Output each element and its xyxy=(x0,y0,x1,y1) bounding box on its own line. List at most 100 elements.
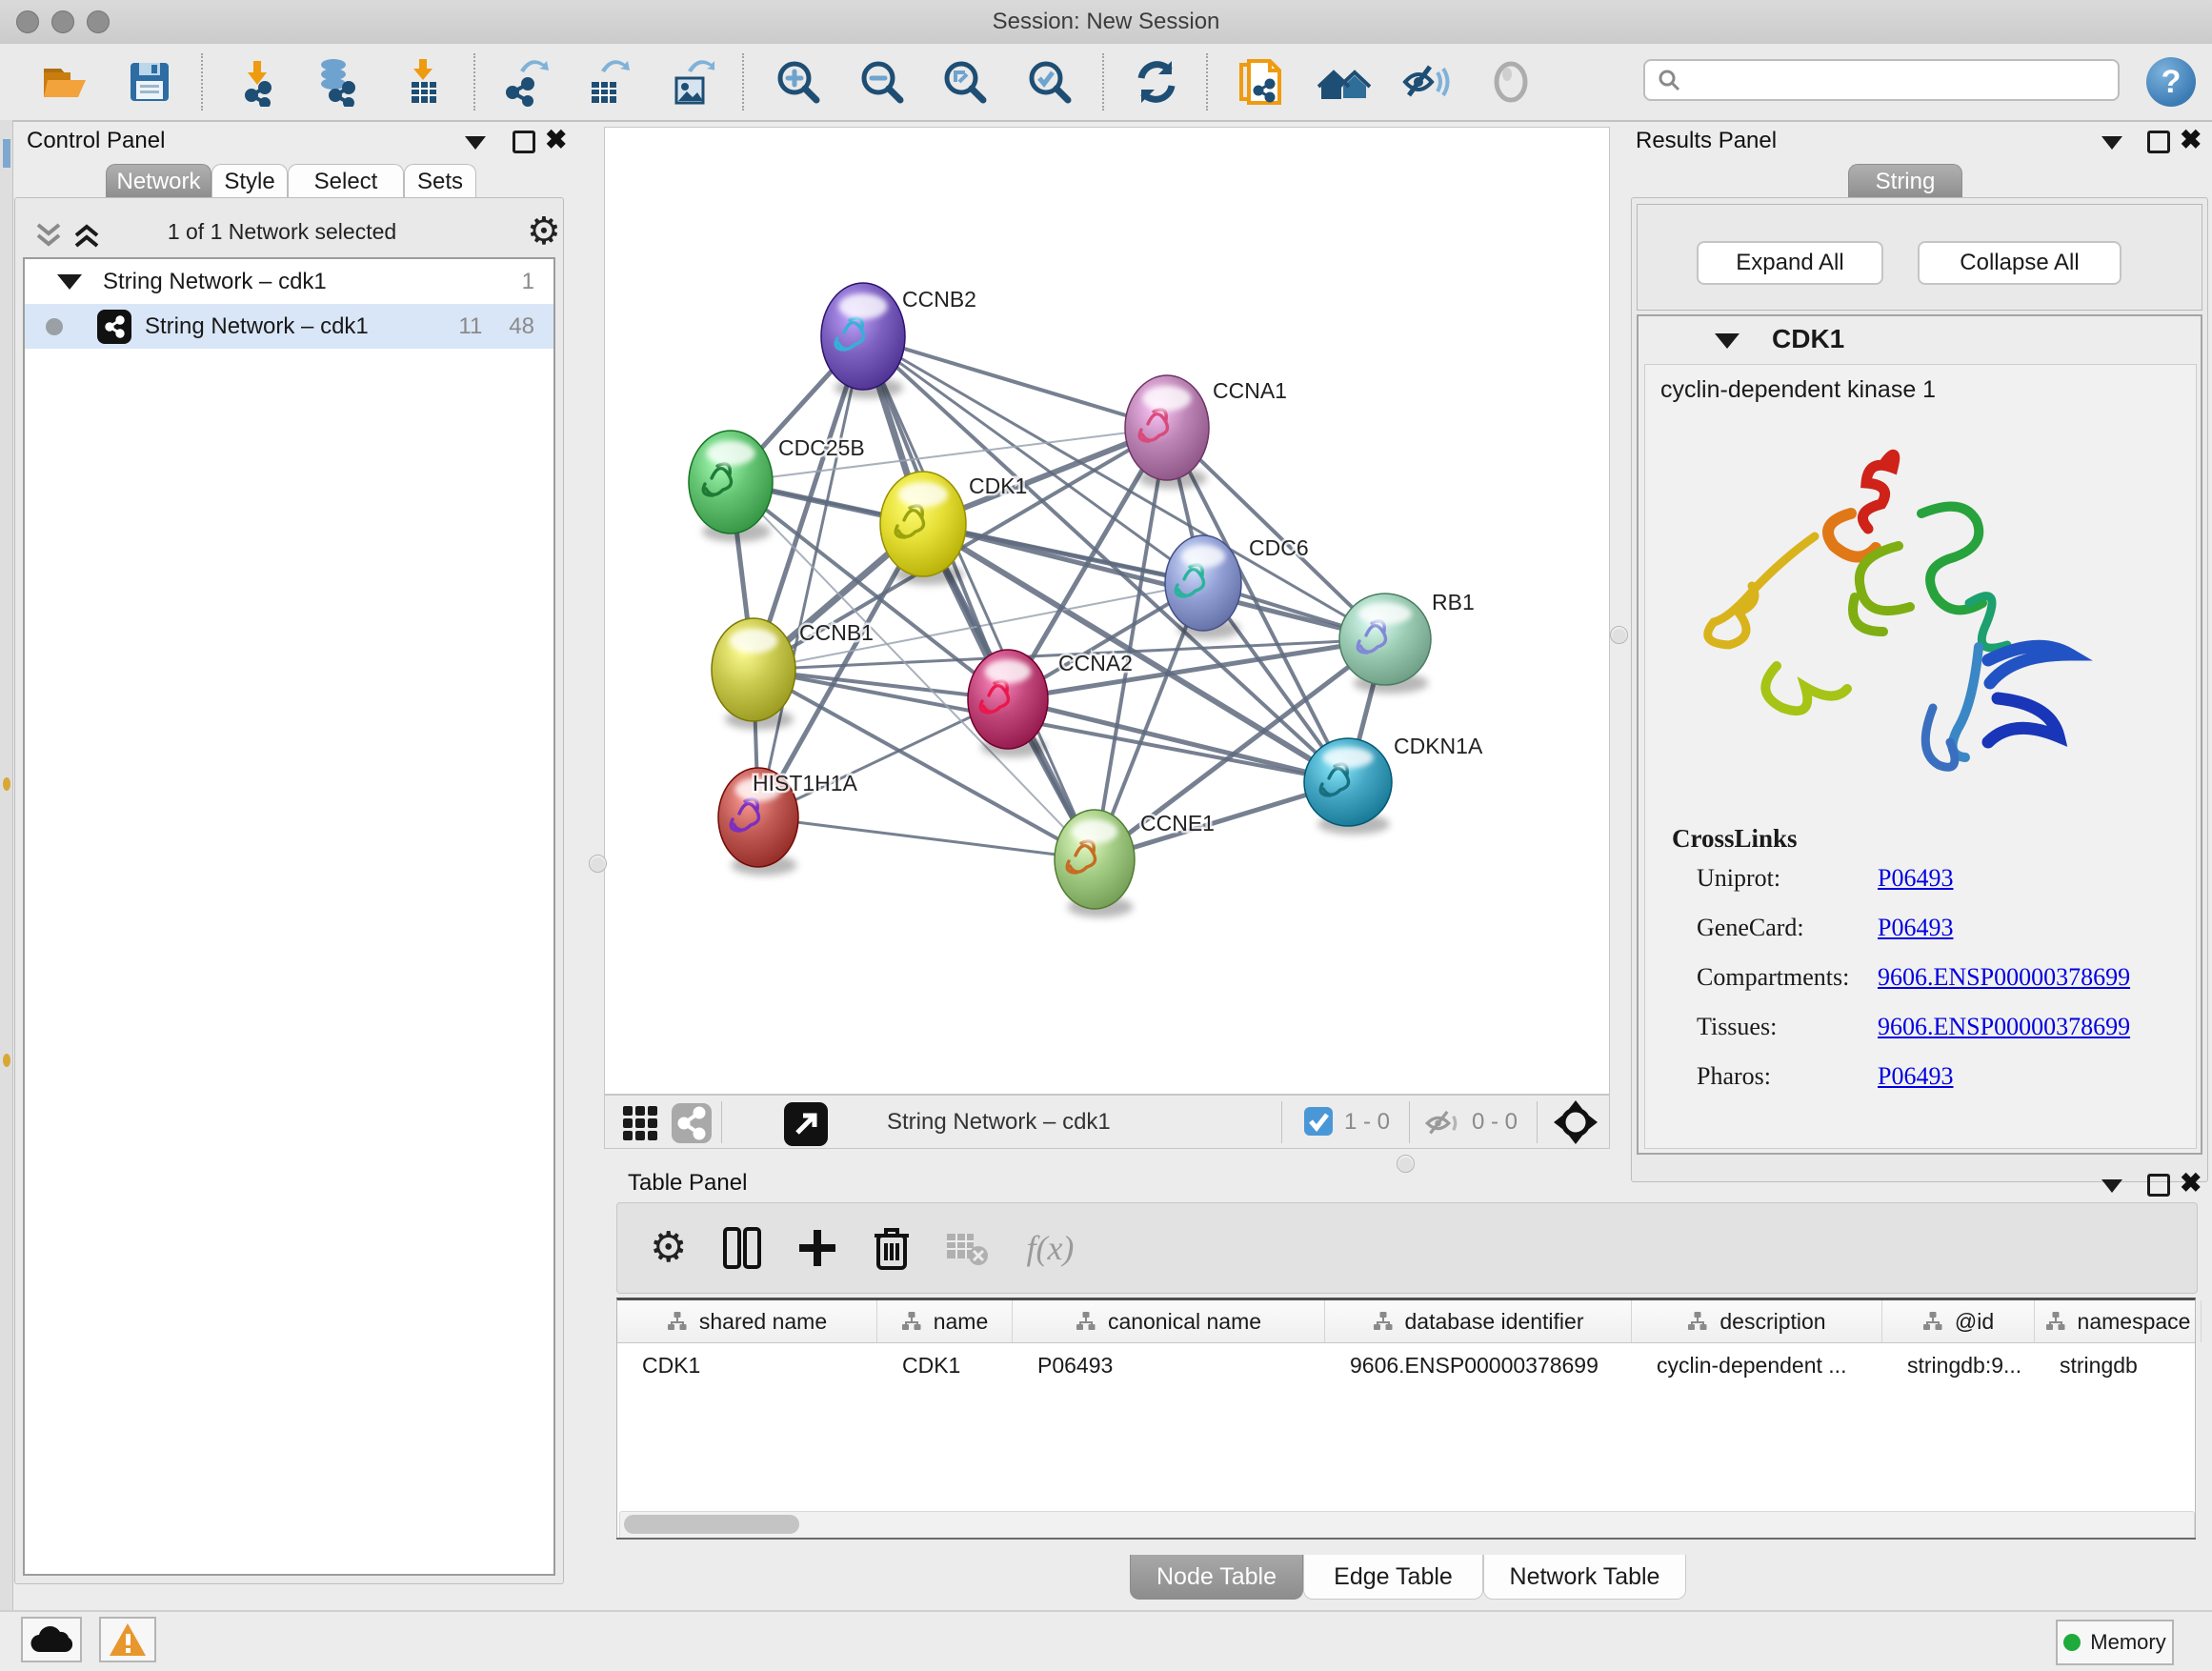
network-edge[interactable] xyxy=(758,817,1095,859)
table-hscrollbar[interactable] xyxy=(619,1511,2195,1540)
column-header-shared-name[interactable]: shared name xyxy=(617,1300,877,1342)
tab-network[interactable]: Network xyxy=(106,164,211,198)
open-in-window-icon[interactable] xyxy=(784,1102,828,1146)
share-document-icon[interactable] xyxy=(1234,55,1287,109)
network-row-selected[interactable]: String Network – cdk1 11 48 xyxy=(25,304,553,349)
zoom-fit-icon[interactable] xyxy=(938,55,992,109)
network-node-CCNA1[interactable] xyxy=(1125,375,1209,489)
birdseye-view-icon[interactable] xyxy=(1554,1100,1598,1144)
network-node-CDC25B[interactable] xyxy=(689,431,773,542)
search-field[interactable] xyxy=(1643,59,2120,101)
table-settings-gear-icon[interactable]: ⚙ xyxy=(650,1227,687,1269)
network-node-CDK1[interactable] xyxy=(880,472,966,585)
export-image-icon[interactable] xyxy=(663,55,716,109)
network-canvas[interactable]: CDK1CCNB1CCNB2CCNA1CCNA2CCNE1CDC25BCDC6R… xyxy=(604,127,1610,1095)
table-panel-float-icon[interactable] xyxy=(2147,1174,2170,1197)
results-panel-minimize-icon[interactable] xyxy=(2101,136,2122,150)
control-panel-minimize-icon[interactable] xyxy=(465,136,486,150)
results-panel-close-icon[interactable]: ✖ xyxy=(2180,130,2202,151)
delete-column-icon[interactable] xyxy=(874,1226,910,1270)
column-header--id[interactable]: @id xyxy=(1882,1300,2035,1342)
network-node-CCNB1[interactable] xyxy=(712,618,795,730)
network-options-gear-icon[interactable]: ⚙ xyxy=(527,210,561,253)
expand-all-button[interactable]: Expand All xyxy=(1697,241,1883,285)
right-splitter-handle[interactable] xyxy=(1610,626,1628,644)
tab-network-table[interactable]: Network Table xyxy=(1483,1555,1686,1600)
results-panel-float-icon[interactable] xyxy=(2147,131,2170,153)
network-collection-row[interactable]: String Network – cdk1 1 xyxy=(25,259,553,304)
crosslink-value-link[interactable]: 9606.ENSP00000378699 xyxy=(1878,963,2130,992)
tab-select[interactable]: Select xyxy=(288,164,404,198)
table-cell[interactable]: stringdb xyxy=(2035,1343,2202,1387)
tab-edge-table[interactable]: Edge Table xyxy=(1303,1555,1483,1600)
zoom-in-icon[interactable] xyxy=(772,55,825,109)
column-header-namespace[interactable]: namespace xyxy=(2035,1300,2202,1342)
table-cell[interactable]: CDK1 xyxy=(617,1343,877,1387)
column-header-name[interactable]: name xyxy=(877,1300,1013,1342)
network-node-CDKN1A[interactable] xyxy=(1304,738,1392,835)
network-label: String Network – cdk1 xyxy=(145,313,369,340)
search-input[interactable] xyxy=(1681,67,2085,93)
selected-checkbox-icon[interactable] xyxy=(1304,1107,1333,1136)
collapse-all-button[interactable]: Collapse All xyxy=(1918,241,2122,285)
table-row[interactable]: CDK1CDK1P064939606.ENSP00000378699cyclin… xyxy=(617,1343,2195,1387)
open-session-icon[interactable] xyxy=(37,55,90,109)
show-columns-icon[interactable] xyxy=(723,1227,761,1269)
table-cell[interactable]: cyclin-dependent ... xyxy=(1632,1343,1882,1387)
crosslink-label: Tissues: xyxy=(1697,1013,1878,1041)
network-node-CCNB2[interactable] xyxy=(821,283,905,398)
network-node-RB1[interactable] xyxy=(1339,594,1431,694)
crosslink-value-link[interactable]: P06493 xyxy=(1878,1062,1953,1091)
network-edge[interactable] xyxy=(923,524,1385,639)
bottom-splitter-handle[interactable] xyxy=(1397,1155,1415,1173)
cloud-status-button[interactable] xyxy=(21,1617,82,1662)
network-edge[interactable] xyxy=(758,336,863,817)
column-header-canonical-name[interactable]: canonical name xyxy=(1013,1300,1325,1342)
home-icon[interactable] xyxy=(1317,55,1371,109)
warning-status-button[interactable] xyxy=(99,1617,156,1662)
memory-button[interactable]: Memory xyxy=(2056,1620,2174,1665)
add-column-icon[interactable] xyxy=(797,1228,837,1268)
table-cell[interactable]: CDK1 xyxy=(877,1343,1013,1387)
table-hscrollbar-thumb[interactable] xyxy=(624,1515,799,1534)
tab-string[interactable]: String xyxy=(1848,164,1962,198)
refresh-icon[interactable] xyxy=(1130,55,1183,109)
table-cell[interactable]: P06493 xyxy=(1013,1343,1325,1387)
import-table-icon[interactable] xyxy=(396,55,450,109)
section-disclosure-icon[interactable] xyxy=(1715,333,1739,349)
network-edge[interactable] xyxy=(863,336,1167,428)
collection-disclosure-icon[interactable] xyxy=(57,274,82,290)
collapse-all-tree-icon[interactable] xyxy=(32,221,65,250)
table-panel-close-icon[interactable]: ✖ xyxy=(2180,1173,2202,1194)
expand-all-tree-icon[interactable] xyxy=(70,221,103,250)
control-panel-float-icon[interactable] xyxy=(513,131,535,153)
crosslink-value-link[interactable]: 9606.ENSP00000378699 xyxy=(1878,1013,2130,1041)
table-cell[interactable]: 9606.ENSP00000378699 xyxy=(1325,1343,1632,1387)
import-network-icon[interactable] xyxy=(231,55,284,109)
network-graph[interactable]: CDK1CCNB1CCNB2CCNA1CCNA2CCNE1CDC25BCDC6R… xyxy=(605,128,1609,1094)
show-panel-eye-icon[interactable] xyxy=(1484,55,1538,109)
tab-style[interactable]: Style xyxy=(211,164,288,198)
string-view-icon[interactable] xyxy=(672,1103,712,1143)
network-node-CCNE1[interactable] xyxy=(1055,810,1135,917)
network-edge[interactable] xyxy=(863,336,1095,859)
import-database-icon[interactable] xyxy=(311,55,364,109)
tab-sets[interactable]: Sets xyxy=(404,164,476,198)
help-button[interactable]: ? xyxy=(2146,57,2196,107)
grid-view-icon[interactable] xyxy=(622,1105,658,1141)
save-session-icon[interactable] xyxy=(123,55,176,109)
tab-node-table[interactable]: Node Table xyxy=(1130,1555,1303,1600)
zoom-out-icon[interactable] xyxy=(855,55,909,109)
zoom-selected-icon[interactable] xyxy=(1023,55,1076,109)
export-table-icon[interactable] xyxy=(578,55,632,109)
left-splitter-handle[interactable] xyxy=(589,855,607,873)
table-panel-minimize-icon[interactable] xyxy=(2101,1179,2122,1193)
export-network-icon[interactable] xyxy=(497,55,551,109)
table-cell[interactable]: stringdb:9... xyxy=(1882,1343,2035,1387)
column-header-database-identifier[interactable]: database identifier xyxy=(1325,1300,1632,1342)
hide-panel-eye-icon[interactable] xyxy=(1399,55,1453,109)
control-panel-close-icon[interactable]: ✖ xyxy=(545,130,567,151)
crosslink-value-link[interactable]: P06493 xyxy=(1878,864,1953,893)
column-header-description[interactable]: description xyxy=(1632,1300,1882,1342)
crosslink-value-link[interactable]: P06493 xyxy=(1878,914,1953,942)
